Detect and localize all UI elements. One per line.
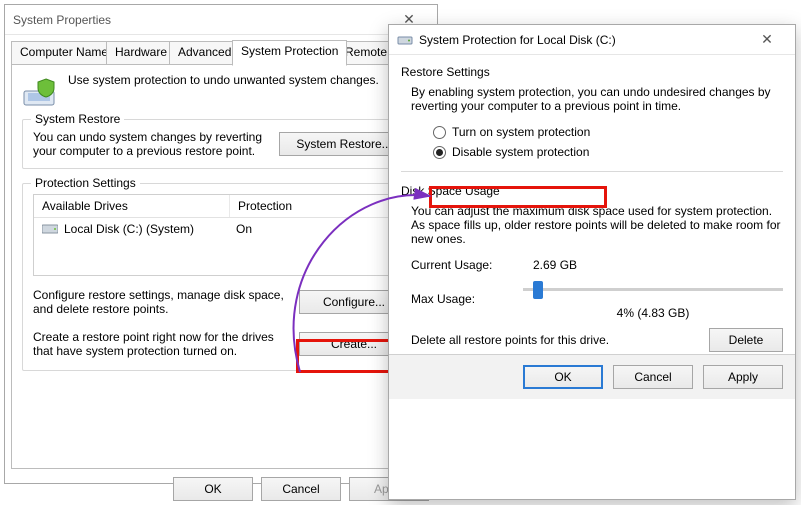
tab-computer-name[interactable]: Computer Name — [11, 41, 117, 65]
drive-icon — [42, 223, 58, 235]
dialog-buttons: OK Cancel Apply — [5, 477, 429, 501]
configure-text: Configure restore settings, manage disk … — [33, 288, 289, 316]
radio-icon — [433, 126, 446, 139]
restore-settings-heading: Restore Settings — [401, 65, 783, 79]
cancel-button[interactable]: Cancel — [613, 365, 693, 389]
dialog-buttons: OK Cancel Apply — [389, 354, 795, 399]
disk-usage-heading: Disk Space Usage — [401, 184, 783, 198]
ok-button[interactable]: OK — [523, 365, 603, 389]
tab-strip: Computer Name Hardware Advanced System P… — [11, 41, 431, 65]
max-usage-label: Max Usage: — [411, 292, 511, 306]
divider — [401, 171, 783, 172]
window-title: System Properties — [13, 13, 389, 27]
titlebar[interactable]: System Properties ✕ — [5, 5, 437, 35]
tab-hardware[interactable]: Hardware — [106, 41, 176, 65]
create-text: Create a restore point right now for the… — [33, 330, 289, 358]
drive-name: Local Disk (C:) (System) — [64, 222, 194, 236]
drives-table: Available Drives Protection Local Disk (… — [33, 194, 409, 276]
window-title: System Protection for Local Disk (C:) — [419, 33, 747, 47]
radio-turn-on[interactable]: Turn on system protection — [433, 125, 783, 139]
tab-advanced[interactable]: Advanced — [169, 41, 240, 65]
delete-button[interactable]: Delete — [709, 328, 783, 352]
apply-button[interactable]: Apply — [703, 365, 783, 389]
restore-desc: By enabling system protection, you can u… — [411, 85, 783, 113]
protection-icon — [22, 73, 58, 109]
drive-status: On — [236, 222, 400, 236]
radio-label: Turn on system protection — [452, 125, 590, 139]
radio-disable[interactable]: Disable system protection — [433, 145, 783, 159]
restore-text: You can undo system changes by reverting… — [33, 130, 269, 158]
desc-text: Use system protection to undo unwanted s… — [68, 73, 379, 109]
radio-label: Disable system protection — [452, 145, 589, 159]
system-protection-dialog: System Protection for Local Disk (C:) ✕ … — [388, 24, 796, 500]
close-icon[interactable]: ✕ — [747, 30, 787, 50]
table-row[interactable]: Local Disk (C:) (System) On — [34, 218, 408, 240]
slider-caption: 4% (4.83 GB) — [523, 306, 783, 320]
current-usage-value: 2.69 GB — [533, 258, 577, 272]
protection-settings-legend: Protection Settings — [31, 176, 140, 190]
col-protection[interactable]: Protection — [230, 195, 408, 217]
max-usage-slider[interactable] — [523, 278, 783, 302]
radio-icon — [433, 146, 446, 159]
tab-system-protection[interactable]: System Protection — [232, 40, 347, 66]
tab-panel: Use system protection to undo unwanted s… — [11, 65, 431, 469]
drive-icon — [397, 32, 413, 48]
system-restore-legend: System Restore — [31, 112, 124, 126]
titlebar[interactable]: System Protection for Local Disk (C:) ✕ — [389, 25, 795, 55]
system-properties-window: System Properties ✕ Computer Name Hardwa… — [4, 4, 438, 484]
cancel-button[interactable]: Cancel — [261, 477, 341, 501]
delete-text: Delete all restore points for this drive… — [411, 333, 697, 347]
col-drives[interactable]: Available Drives — [34, 195, 230, 217]
disk-desc: You can adjust the maximum disk space us… — [411, 204, 783, 246]
protection-settings-group: Protection Settings Available Drives Pro… — [22, 183, 420, 371]
ok-button[interactable]: OK — [173, 477, 253, 501]
system-restore-group: System Restore You can undo system chang… — [22, 119, 420, 169]
current-usage-label: Current Usage: — [411, 258, 521, 272]
